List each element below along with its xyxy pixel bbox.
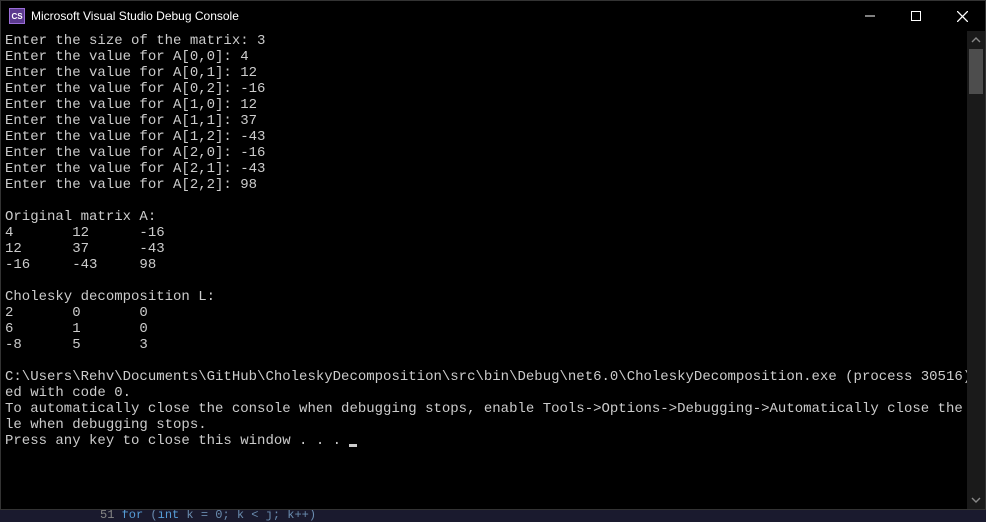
line-number: 51: [100, 508, 114, 522]
keyword-int: int: [158, 508, 180, 522]
app-icon: CS: [9, 8, 25, 24]
console-window: CS Microsoft Visual Studio Debug Console…: [0, 0, 986, 510]
scroll-up-icon[interactable]: [967, 31, 985, 49]
maximize-button[interactable]: [893, 1, 939, 31]
background-editor-fragment: 51 for (int k = 0; k < j; k++): [100, 508, 316, 522]
keyword-for: for: [122, 508, 144, 522]
console-output[interactable]: Enter the size of the matrix: 3 Enter th…: [1, 31, 967, 509]
minimize-button[interactable]: [847, 1, 893, 31]
scrollbar-thumb[interactable]: [969, 49, 983, 94]
text-cursor: [349, 444, 357, 447]
close-button[interactable]: [939, 1, 985, 31]
scroll-down-icon[interactable]: [967, 491, 985, 509]
scrollbar[interactable]: [967, 31, 985, 509]
titlebar[interactable]: CS Microsoft Visual Studio Debug Console: [1, 1, 985, 31]
window-title: Microsoft Visual Studio Debug Console: [31, 9, 847, 23]
window-controls: [847, 1, 985, 31]
console-text: Enter the size of the matrix: 3 Enter th…: [5, 33, 967, 449]
